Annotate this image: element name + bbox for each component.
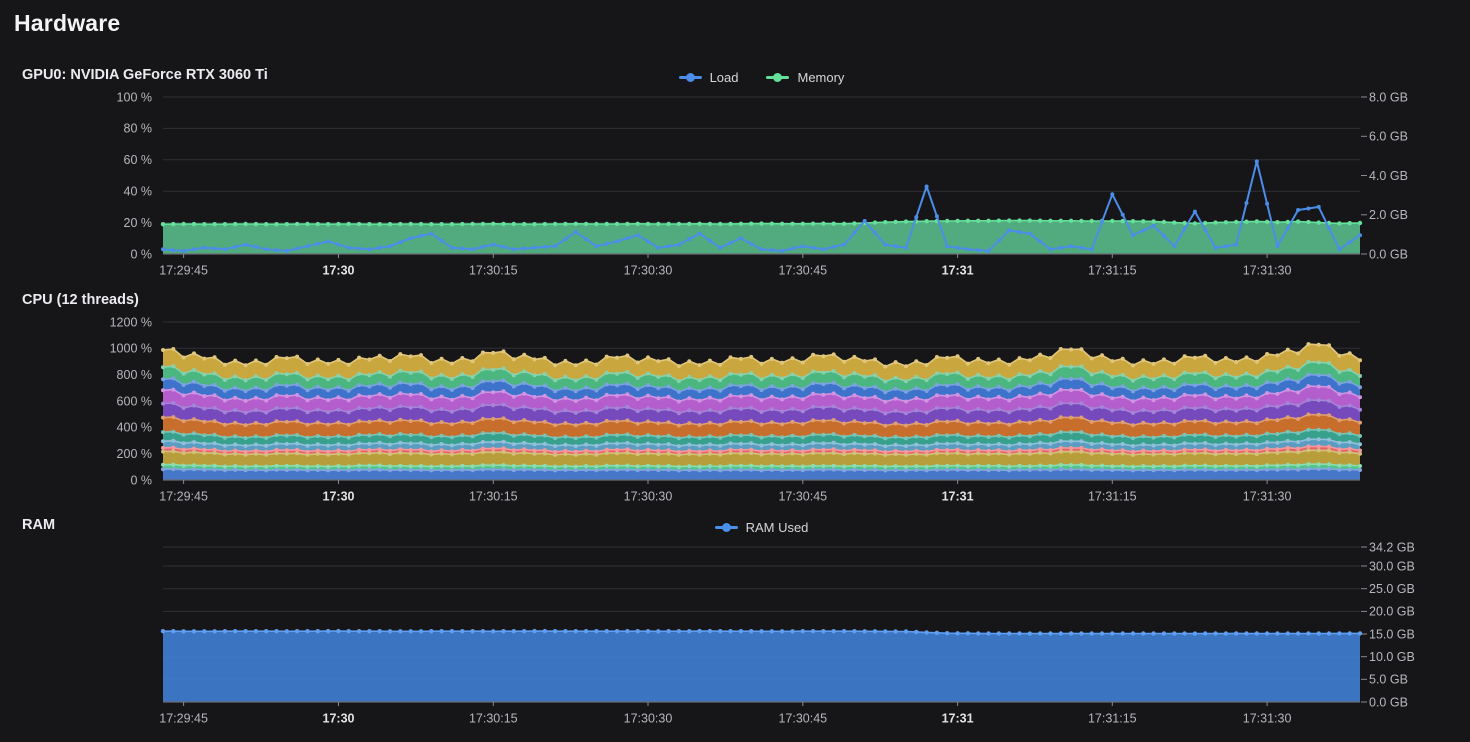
ram-time-label: 17:29:45 [159,711,208,725]
ram-right-axis-label: 5.0 GB [1369,673,1408,687]
cpu-plot-area[interactable] [163,322,1360,480]
cpu-time-label: 17:30:45 [778,489,827,503]
cpu-time-label: 17:31 [942,489,974,503]
legend-item-memory[interactable]: Memory [766,70,844,85]
ram-time-label: 17:31:30 [1243,711,1292,725]
hardware-page: Hardware GPU0: NVIDIA GeForce RTX 3060 T… [0,0,1470,742]
gpu-chart[interactable]: 100 % 80 % 60 % 40 % 20 % 0 % 8.0 GB 6.0 GB 4.0 … [117,90,1408,277]
charts-canvas: 100 % 80 % 60 % 40 % 20 % 0 % 8.0 GB 6.0 GB 4.0 … [0,0,1470,742]
legend-label-load: Load [710,70,739,85]
gpu-time-label: 17:31:30 [1243,263,1292,277]
ram-time-label: 17:31:15 [1088,711,1137,725]
gpu-right-axis-label: 8.0 GB [1369,90,1408,104]
ram-time-label: 17:30:15 [469,711,518,725]
ram-right-axis-label: 0.0 GB [1369,695,1408,709]
gpu-plot-area[interactable] [163,97,1360,254]
ram-used-series-icon [715,526,738,529]
gpu-time-label: 17:30 [323,263,355,277]
gpu-left-axis-label: 0 % [130,247,152,261]
ram-right-axis-label: 25.0 GB [1369,582,1415,596]
gpu-legend: Load Memory [163,67,1360,87]
load-series-dot-icon [686,73,695,82]
gpu-right-axis-label: 4.0 GB [1369,169,1408,183]
cpu-time-label: 17:29:45 [159,489,208,503]
load-series-icon [679,76,702,79]
gpu-time-label: 17:30:30 [624,263,673,277]
gpu-left-axis-label: 60 % [124,153,153,167]
gpu-left-axis-label: 40 % [124,184,153,198]
memory-series-icon [766,76,789,79]
gpu-time-label: 17:31 [942,263,974,277]
ram-right-axis-label: 10.0 GB [1369,650,1415,664]
ram-right-axis-label: 30.0 GB [1369,559,1415,573]
ram-right-axis-label: 34.2 GB [1369,540,1415,554]
gpu-right-axis-label: 0.0 GB [1369,247,1408,261]
cpu-time-label: 17:30:30 [624,489,673,503]
ram-time-label: 17:31 [942,711,974,725]
legend-item-ram-used[interactable]: RAM Used [715,520,809,535]
cpu-time-label: 17:30 [323,489,355,503]
gpu-time-label: 17:30:45 [778,263,827,277]
gpu-time-label: 17:31:15 [1088,263,1137,277]
ram-legend: RAM Used [163,517,1360,537]
cpu-left-axis-label: 600 % [117,394,152,408]
cpu-left-axis-label: 0 % [130,473,152,487]
cpu-left-axis-label: 1000 % [110,342,152,356]
cpu-time-label: 17:31:15 [1088,489,1137,503]
cpu-left-axis-label: 400 % [117,421,152,435]
cpu-chart[interactable]: 1200 % 1000 % 800 % 600 % 400 % 200 % 0 % 17:29… [110,315,1362,503]
cpu-left-axis-label: 800 % [117,368,152,382]
ram-chart[interactable]: 34.2 GB 30.0 GB 25.0 GB 20.0 GB 15.0 GB 10.0 … [159,540,1415,725]
gpu-time-label: 17:30:15 [469,263,518,277]
ram-right-axis-label: 15.0 GB [1369,627,1415,641]
cpu-time-label: 17:30:15 [469,489,518,503]
memory-series-dot-icon [773,73,782,82]
ram-plot-area[interactable] [163,547,1360,702]
gpu-right-axis-label: 2.0 GB [1369,208,1408,222]
gpu-time-label: 17:29:45 [159,263,208,277]
ram-time-label: 17:30:45 [778,711,827,725]
cpu-left-axis-label: 1200 % [110,315,152,329]
legend-label-memory: Memory [797,70,844,85]
gpu-left-axis-label: 80 % [124,122,153,136]
legend-item-load[interactable]: Load [679,70,739,85]
legend-label-ram-used: RAM Used [746,520,809,535]
cpu-time-label: 17:31:30 [1243,489,1292,503]
gpu-left-axis-label: 100 % [117,90,152,104]
ram-time-label: 17:30:30 [624,711,673,725]
ram-used-series-dot-icon [722,523,731,532]
gpu-right-axis-label: 6.0 GB [1369,130,1408,144]
ram-right-axis-label: 20.0 GB [1369,605,1415,619]
ram-time-label: 17:30 [323,711,355,725]
cpu-left-axis-label: 200 % [117,447,152,461]
gpu-left-axis-label: 20 % [124,216,153,230]
